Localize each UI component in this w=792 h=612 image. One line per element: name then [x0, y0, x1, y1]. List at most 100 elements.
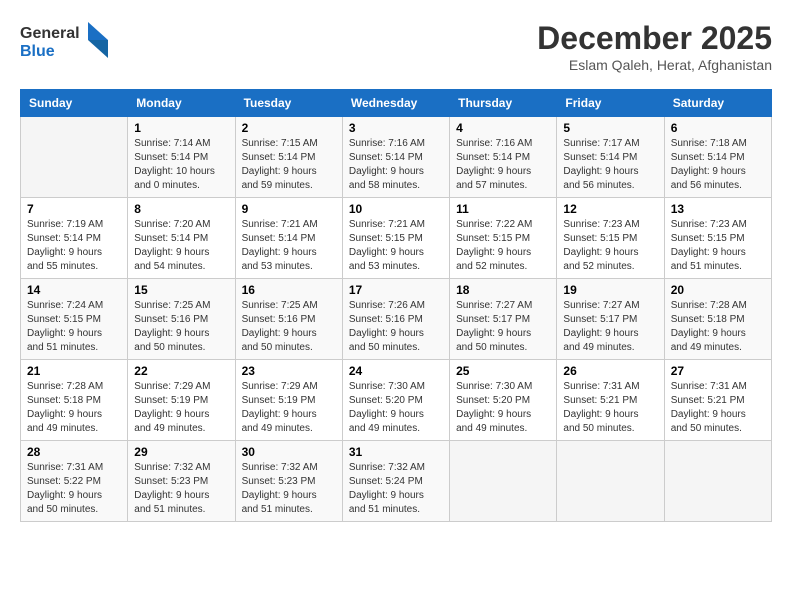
day-info: Sunrise: 7:31 AMSunset: 5:22 PMDaylight:…	[27, 461, 121, 517]
table-row: 25 Sunrise: 7:30 AMSunset: 5:20 PMDayligh…	[450, 360, 557, 441]
calendar-week-row: 1 Sunrise: 7:14 AMSunset: 5:14 PMDaylight…	[21, 117, 772, 198]
day-number: 18	[456, 283, 550, 297]
day-info: Sunrise: 7:30 AMSunset: 5:20 PMDaylight:…	[456, 380, 550, 436]
day-number: 10	[349, 202, 443, 216]
table-row: 6 Sunrise: 7:18 AMSunset: 5:14 PMDaylight…	[664, 117, 771, 198]
day-info: Sunrise: 7:28 AMSunset: 5:18 PMDaylight:…	[27, 380, 121, 436]
day-number: 15	[134, 283, 228, 297]
day-number: 19	[563, 283, 657, 297]
logo: GeneralBlue	[20, 20, 110, 60]
day-number: 9	[242, 202, 336, 216]
day-info: Sunrise: 7:21 AMSunset: 5:15 PMDaylight:…	[349, 218, 443, 274]
table-row: 3 Sunrise: 7:16 AMSunset: 5:14 PMDaylight…	[342, 117, 449, 198]
day-number: 28	[27, 445, 121, 459]
svg-text:General: General	[20, 25, 80, 42]
table-row: 30 Sunrise: 7:32 AMSunset: 5:23 PMDayligh…	[235, 441, 342, 522]
day-number: 8	[134, 202, 228, 216]
table-row: 1 Sunrise: 7:14 AMSunset: 5:14 PMDaylight…	[128, 117, 235, 198]
day-info: Sunrise: 7:18 AMSunset: 5:14 PMDaylight:…	[671, 137, 765, 193]
day-info: Sunrise: 7:32 AMSunset: 5:23 PMDaylight:…	[134, 461, 228, 517]
table-row: 19 Sunrise: 7:27 AMSunset: 5:17 PMDayligh…	[557, 279, 664, 360]
calendar-week-row: 21 Sunrise: 7:28 AMSunset: 5:18 PMDayligh…	[21, 360, 772, 441]
day-info: Sunrise: 7:20 AMSunset: 5:14 PMDaylight:…	[134, 218, 228, 274]
table-row: 28 Sunrise: 7:31 AMSunset: 5:22 PMDayligh…	[21, 441, 128, 522]
table-row: 24Sunrise: 7:30 AMSunset: 5:20 PMDayligh…	[342, 360, 449, 441]
day-number: 27	[671, 364, 765, 378]
day-number: 23	[242, 364, 336, 378]
table-row: 11Sunrise: 7:22 AMSunset: 5:15 PMDayligh…	[450, 198, 557, 279]
day-number: 20	[671, 283, 765, 297]
table-row	[450, 441, 557, 522]
table-row	[557, 441, 664, 522]
day-info: Sunrise: 7:15 AMSunset: 5:14 PMDaylight:…	[242, 137, 336, 193]
day-number: 7	[27, 202, 121, 216]
day-info: Sunrise: 7:32 AMSunset: 5:23 PMDaylight:…	[242, 461, 336, 517]
day-number: 30	[242, 445, 336, 459]
weekday-header: Friday	[557, 90, 664, 117]
day-number: 1	[134, 121, 228, 135]
table-row: 7 Sunrise: 7:19 AMSunset: 5:14 PMDaylight…	[21, 198, 128, 279]
day-info: Sunrise: 7:25 AMSunset: 5:16 PMDaylight:…	[242, 299, 336, 355]
day-number: 16	[242, 283, 336, 297]
day-number: 25	[456, 364, 550, 378]
logo-svg: GeneralBlue	[20, 20, 110, 60]
weekday-header: Sunday	[21, 90, 128, 117]
calendar-week-row: 7 Sunrise: 7:19 AMSunset: 5:14 PMDaylight…	[21, 198, 772, 279]
day-info: Sunrise: 7:29 AMSunset: 5:19 PMDaylight:…	[242, 380, 336, 436]
day-info: Sunrise: 7:16 AMSunset: 5:14 PMDaylight:…	[456, 137, 550, 193]
day-number: 26	[563, 364, 657, 378]
day-number: 17	[349, 283, 443, 297]
title-area: December 2025 Eslam Qaleh, Herat, Afghan…	[537, 20, 772, 73]
day-number: 4	[456, 121, 550, 135]
day-info: Sunrise: 7:24 AMSunset: 5:15 PMDaylight:…	[27, 299, 121, 355]
day-info: Sunrise: 7:32 AMSunset: 5:24 PMDaylight:…	[349, 461, 443, 517]
table-row: 18 Sunrise: 7:27 AMSunset: 5:17 PMDayligh…	[450, 279, 557, 360]
table-row: 2 Sunrise: 7:15 AMSunset: 5:14 PMDaylight…	[235, 117, 342, 198]
day-info: Sunrise: 7:23 AMSunset: 5:15 PMDaylight:…	[563, 218, 657, 274]
svg-text:Blue: Blue	[20, 43, 55, 60]
day-info: Sunrise: 7:23 AMSunset: 5:15 PMDaylight:…	[671, 218, 765, 274]
weekday-header: Monday	[128, 90, 235, 117]
day-info: Sunrise: 7:14 AMSunset: 5:14 PMDaylight:…	[134, 137, 228, 193]
day-info: Sunrise: 7:29 AMSunset: 5:19 PMDaylight:…	[134, 380, 228, 436]
weekday-header: Tuesday	[235, 90, 342, 117]
table-row: 13 Sunrise: 7:23 AMSunset: 5:15 PMDayligh…	[664, 198, 771, 279]
day-info: Sunrise: 7:27 AMSunset: 5:17 PMDaylight:…	[456, 299, 550, 355]
day-info: Sunrise: 7:16 AMSunset: 5:14 PMDaylight:…	[349, 137, 443, 193]
table-row: 21 Sunrise: 7:28 AMSunset: 5:18 PMDayligh…	[21, 360, 128, 441]
day-info: Sunrise: 7:27 AMSunset: 5:17 PMDaylight:…	[563, 299, 657, 355]
table-row: 9 Sunrise: 7:21 AMSunset: 5:14 PMDaylight…	[235, 198, 342, 279]
day-info: Sunrise: 7:17 AMSunset: 5:14 PMDaylight:…	[563, 137, 657, 193]
table-row: 10 Sunrise: 7:21 AMSunset: 5:15 PMDayligh…	[342, 198, 449, 279]
day-number: 5	[563, 121, 657, 135]
table-row: 22Sunrise: 7:29 AMSunset: 5:19 PMDayligh…	[128, 360, 235, 441]
month-title: December 2025	[537, 20, 772, 57]
day-info: Sunrise: 7:21 AMSunset: 5:14 PMDaylight:…	[242, 218, 336, 274]
day-info: Sunrise: 7:31 AMSunset: 5:21 PMDaylight:…	[563, 380, 657, 436]
day-number: 6	[671, 121, 765, 135]
table-row: 5 Sunrise: 7:17 AMSunset: 5:14 PMDaylight…	[557, 117, 664, 198]
weekday-header: Wednesday	[342, 90, 449, 117]
table-row	[21, 117, 128, 198]
table-row: 4 Sunrise: 7:16 AMSunset: 5:14 PMDaylight…	[450, 117, 557, 198]
location: Eslam Qaleh, Herat, Afghanistan	[537, 57, 772, 73]
page-header: GeneralBlue December 2025 Eslam Qaleh, H…	[20, 20, 772, 73]
day-info: Sunrise: 7:22 AMSunset: 5:15 PMDaylight:…	[456, 218, 550, 274]
day-number: 24	[349, 364, 443, 378]
table-row: 8 Sunrise: 7:20 AMSunset: 5:14 PMDaylight…	[128, 198, 235, 279]
day-number: 3	[349, 121, 443, 135]
weekday-header-row: SundayMondayTuesdayWednesdayThursdayFrid…	[21, 90, 772, 117]
day-number: 31	[349, 445, 443, 459]
day-info: Sunrise: 7:28 AMSunset: 5:18 PMDaylight:…	[671, 299, 765, 355]
calendar-table: SundayMondayTuesdayWednesdayThursdayFrid…	[20, 89, 772, 522]
day-number: 12	[563, 202, 657, 216]
table-row: 20 Sunrise: 7:28 AMSunset: 5:18 PMDayligh…	[664, 279, 771, 360]
day-info: Sunrise: 7:19 AMSunset: 5:14 PMDaylight:…	[27, 218, 121, 274]
day-number: 29	[134, 445, 228, 459]
day-number: 13	[671, 202, 765, 216]
day-number: 2	[242, 121, 336, 135]
table-row: 12 Sunrise: 7:23 AMSunset: 5:15 PMDayligh…	[557, 198, 664, 279]
day-number: 14	[27, 283, 121, 297]
calendar-week-row: 14 Sunrise: 7:24 AMSunset: 5:15 PMDayligh…	[21, 279, 772, 360]
day-number: 21	[27, 364, 121, 378]
